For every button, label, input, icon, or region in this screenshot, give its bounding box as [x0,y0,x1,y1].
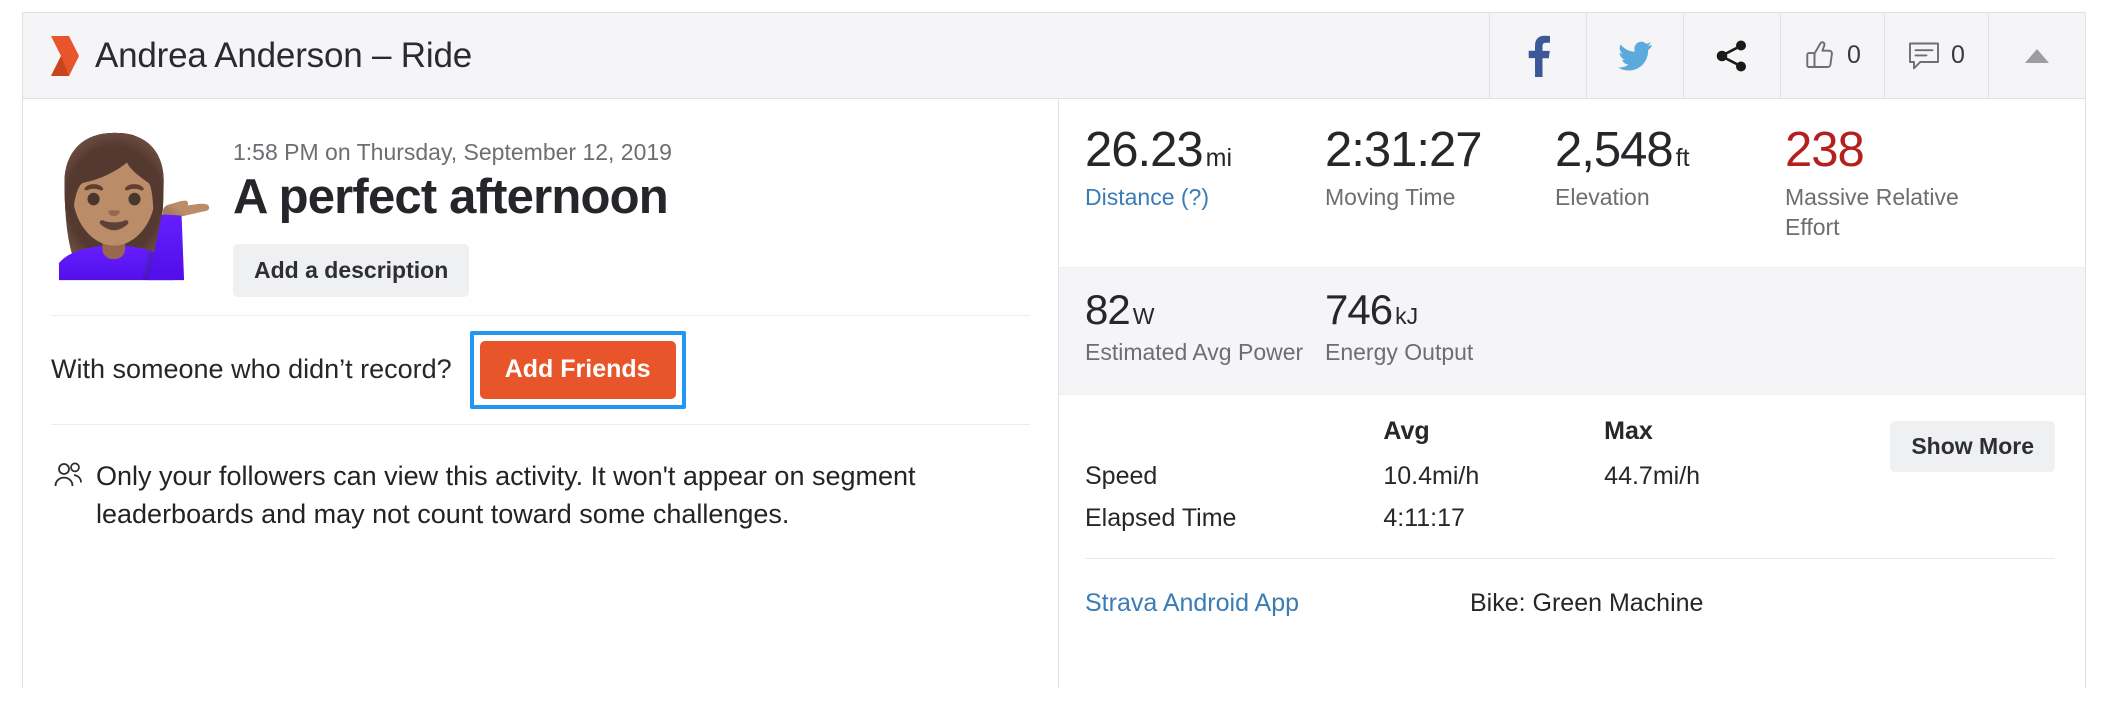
secondary-stats-row: 82W Estimated Avg Power 746kJ Energy Out… [1059,267,2085,395]
stat-relative-effort-number: 238 [1785,123,1864,177]
card-body: 💁🏽‍♀️ 1:58 PM on Thursday, September 12,… [23,99,2085,688]
add-friends-focus-ring: Add Friends [470,331,686,409]
activity-header: 💁🏽‍♀️ 1:58 PM on Thursday, September 12,… [23,99,1058,297]
page-title: Andrea Anderson – Ride [95,36,472,76]
stat-moving-time-value: 2:31:27 [1325,123,1555,178]
source-app-link[interactable]: Strava Android App [1085,589,1470,618]
table-row: Elapsed Time 4:11:17 [1085,504,1825,546]
table-row-label: Speed [1085,462,1383,504]
table-head: Avg Max [1085,417,1825,462]
activity-date: 1:58 PM on Thursday, September 12, 2019 [233,139,672,166]
show-more-button[interactable]: Show More [1890,421,2055,472]
activity-title: A perfect afternoon [233,172,672,224]
stat-relative-effort: 238 Massive Relative Effort [1785,123,2015,267]
stat-distance-unit: mi [1206,144,1232,172]
detailed-stats-table: Avg Max Speed 10.4mi/h 44.7mi/h El [1085,417,1825,546]
stat-relative-effort-value: 238 [1785,123,2015,178]
collapse-card-button[interactable] [1988,13,2085,99]
facebook-icon [1525,35,1551,77]
add-friends-prompt: With someone who didn’t record? [51,354,452,385]
comment-count: 0 [1951,41,1965,70]
followers-group-icon [53,462,83,534]
stat-moving-time-number: 2:31:27 [1325,123,1482,177]
stat-energy-output-value: 746kJ [1325,286,1565,333]
collapse-triangle-icon [2024,47,2050,65]
kudos-button[interactable]: 0 [1780,13,1884,99]
primary-stats-row: 26.23mi Distance (?) 2:31:27 Moving Time… [1059,99,2085,267]
strava-chevron-icon [49,34,79,78]
privacy-notice: Only your followers can view this activi… [23,425,1058,534]
stat-estimated-avg-power-label: Estimated Avg Power [1085,338,1325,368]
gear-label: Bike: Green Machine [1470,589,1703,618]
detailed-stats-table-wrap: Show More Avg Max Speed [1059,395,2085,546]
stat-estimated-avg-power-value: 82W [1085,286,1325,333]
table-row-max: 44.7mi/h [1604,462,1825,504]
activity-card: Andrea Anderson – Ride [22,12,2086,688]
privacy-text: Only your followers can view this activi… [96,457,1006,534]
stat-moving-time: 2:31:27 Moving Time [1325,123,1555,267]
table-header-row: Avg Max [1085,417,1825,462]
stat-estimated-avg-power-number: 82 [1085,286,1130,333]
table-header-max: Max [1604,417,1825,462]
activity-card-screen: Andrea Anderson – Ride [0,0,2108,712]
kudos-count: 0 [1847,41,1861,70]
activity-stats-pane: 26.23mi Distance (?) 2:31:27 Moving Time… [1059,99,2085,688]
stat-moving-time-label: Moving Time [1325,183,1555,213]
add-friends-button[interactable]: Add Friends [480,341,676,399]
table-row-max [1604,504,1825,546]
stat-elevation-value: 2,548ft [1555,123,1785,178]
add-friends-row: With someone who didn’t record? Add Frie… [23,316,1058,424]
activity-details-pane: 💁🏽‍♀️ 1:58 PM on Thursday, September 12,… [23,99,1059,688]
stat-elevation: 2,548ft Elevation [1555,123,1785,267]
add-description-button[interactable]: Add a description [233,244,469,297]
activity-meta: 1:58 PM on Thursday, September 12, 2019 … [209,125,672,297]
stat-energy-output-label: Energy Output [1325,338,1565,368]
table-row-label: Elapsed Time [1085,504,1383,546]
table-body: Speed 10.4mi/h 44.7mi/h Elapsed Time 4:1… [1085,462,1825,546]
table-header-blank [1085,417,1383,462]
table-row-avg: 4:11:17 [1383,504,1604,546]
stat-elevation-unit: ft [1676,144,1690,172]
share-twitter-button[interactable] [1586,13,1683,99]
header-left: Andrea Anderson – Ride [23,34,1489,78]
stat-elevation-number: 2,548 [1555,123,1673,177]
stat-energy-output-number: 746 [1325,286,1392,333]
card-header: Andrea Anderson – Ride [23,13,2085,99]
kudos-thumbs-up-icon [1804,40,1836,72]
table-header-avg: Avg [1383,417,1604,462]
avatar: 💁🏽‍♀️ [49,125,209,285]
stat-energy-output: 746kJ Energy Output [1325,286,1565,376]
stat-estimated-avg-power-unit: W [1133,303,1155,329]
stat-distance-number: 26.23 [1085,123,1203,177]
stats-footer: Strava Android App Bike: Green Machine [1059,559,2085,618]
share-facebook-button[interactable] [1489,13,1586,99]
stat-energy-output-unit: kJ [1395,303,1418,329]
twitter-icon [1618,41,1652,71]
stat-distance-value: 26.23mi [1085,123,1325,178]
header-actions: 0 0 [1489,13,2085,99]
stat-elevation-label: Elevation [1555,183,1785,213]
share-generic-button[interactable] [1683,13,1780,99]
comments-button[interactable]: 0 [1884,13,1988,99]
table-row-avg: 10.4mi/h [1383,462,1604,504]
table-row: Speed 10.4mi/h 44.7mi/h [1085,462,1825,504]
stat-estimated-avg-power: 82W Estimated Avg Power [1085,286,1325,376]
comment-bubble-icon [1908,41,1940,71]
share-icon [1716,40,1748,72]
stat-relative-effort-label: Massive Relative Effort [1785,183,2015,243]
stat-distance: 26.23mi Distance (?) [1085,123,1325,267]
stat-distance-label[interactable]: Distance (?) [1085,183,1325,213]
